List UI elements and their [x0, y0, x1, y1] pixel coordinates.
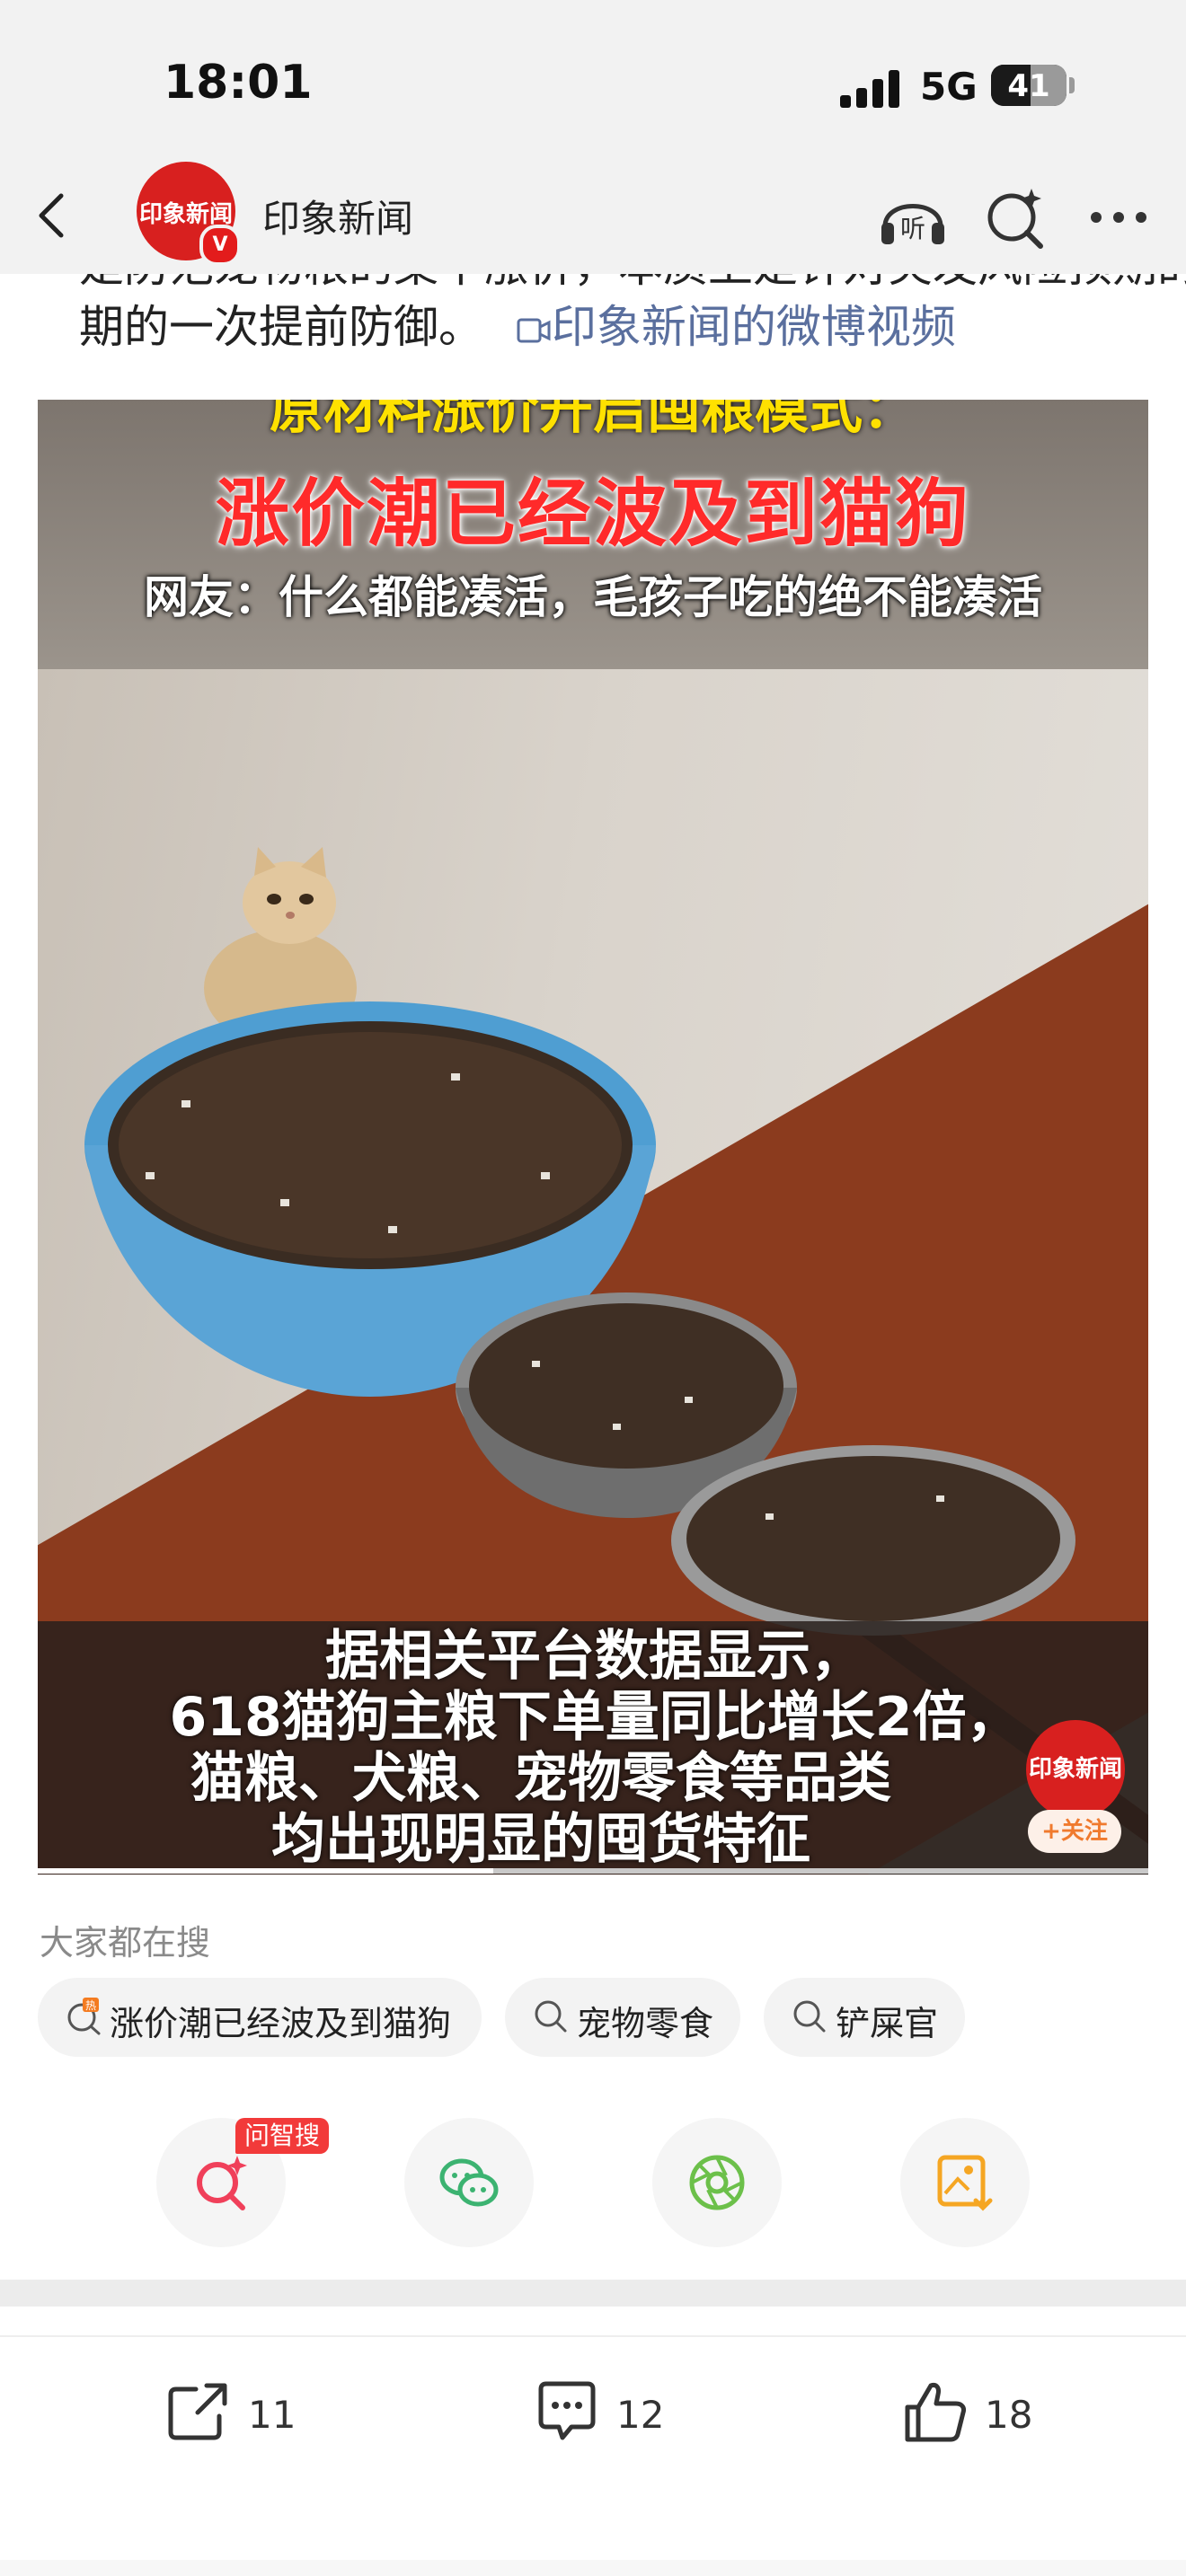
comment-icon: [538, 2381, 596, 2440]
status-time: 18:01: [164, 56, 313, 110]
comment-count: 12: [616, 2393, 665, 2437]
post-text-end: 期的一次提前防御。: [79, 301, 483, 353]
video-link[interactable]: 印象新闻的微博视频: [498, 301, 956, 353]
watermark-follow-button[interactable]: +关注: [1028, 1810, 1121, 1853]
video-headline: 涨价潮已经波及到猫狗: [215, 472, 970, 557]
ai-search-icon: [197, 2156, 247, 2210]
status-bar: 18:01 5G 41: [0, 0, 1186, 171]
video-top-title: 原材料涨价开启囤粮模式：: [270, 400, 916, 441]
account-avatar[interactable]: 印象新闻 V: [137, 162, 241, 266]
back-arrow-icon[interactable]: [27, 189, 81, 243]
section-divider-line: [0, 2335, 1186, 2337]
search-chip[interactable]: 铲屎官: [764, 1978, 965, 2057]
battery-level: 41: [1007, 68, 1050, 104]
moments-icon: [689, 2155, 745, 2210]
save-image-button[interactable]: [900, 2118, 1030, 2247]
comment-button[interactable]: 12: [532, 2371, 712, 2452]
search-chip[interactable]: 热 涨价潮已经波及到猫狗: [38, 1978, 482, 2057]
share-wechat-button[interactable]: [404, 2118, 534, 2247]
search-chip-label: 涨价潮已经波及到猫狗: [110, 2004, 452, 2043]
video-progress-fill: [38, 1868, 493, 1874]
svg-text:热: 热: [85, 1999, 96, 2012]
video-link-label: 印象新闻的微博视频: [551, 301, 956, 353]
search-chip-label: 铲屎官: [836, 2004, 939, 2043]
video-player[interactable]: 原材料涨价开启囤粮模式： 涨价潮已经波及到猫狗 网友：什么都能凑活，毛孩子吃的绝…: [38, 400, 1148, 1875]
cellular-signal-icon: [840, 68, 903, 108]
search-icon: [535, 2000, 567, 2033]
search-chip-label: 宠物零食: [577, 2004, 714, 2043]
search-chip[interactable]: 宠物零食: [505, 1978, 740, 2057]
network-type: 5G: [920, 65, 978, 109]
repost-icon: [168, 2383, 227, 2440]
search-icon: [793, 2000, 826, 2033]
like-button[interactable]: 18: [900, 2371, 1080, 2452]
like-count: 18: [985, 2393, 1033, 2437]
account-name[interactable]: 印象新闻: [262, 189, 413, 243]
share-moments-button[interactable]: [652, 2118, 782, 2247]
repost-button[interactable]: 11: [164, 2371, 343, 2452]
listen-icon[interactable]: 听: [876, 181, 950, 255]
save-image-icon: [937, 2155, 993, 2211]
video-progress-bar[interactable]: [38, 1868, 1148, 1874]
video-link-icon: [517, 318, 551, 342]
search-sparkle-icon[interactable]: [979, 181, 1051, 253]
repost-count: 11: [248, 2393, 296, 2437]
svg-text:听: 听: [900, 214, 925, 243]
battery-icon: 41: [991, 65, 1067, 106]
post-text-line: 期的一次提前防御。 印象新闻的微博视频: [79, 288, 956, 366]
post-text-area: 是防范宠物粮的集中涨价，本质上是针对突发风险预期的一次提前防御。 期的一次提前防…: [0, 274, 1186, 391]
battery-tip: [1069, 77, 1075, 93]
home-indicator: [0, 2560, 1186, 2576]
hot-search-icon: 热: [67, 1998, 101, 2035]
ai-search-badge: 问智搜: [235, 2118, 330, 2154]
video-top-title-clip: 原材料涨价开启囤粮模式：: [38, 400, 1148, 446]
video-caption-line: 均出现明显的囤货特征: [271, 1808, 810, 1871]
watermark-logo[interactable]: 印象新闻: [1026, 1720, 1125, 1819]
video-subline: 网友：什么都能凑活，毛孩子吃的绝不能凑活: [144, 571, 1042, 623]
more-options-icon[interactable]: [1087, 207, 1150, 228]
trending-search-heading: 大家都在搜: [40, 1923, 211, 1963]
nav-bar: 印象新闻 V 印象新闻 听: [0, 162, 1186, 274]
wechat-icon: [439, 2158, 499, 2207]
section-divider: [0, 2280, 1186, 2307]
verified-badge: V: [199, 225, 241, 266]
thumbs-up-icon: [905, 2383, 966, 2442]
